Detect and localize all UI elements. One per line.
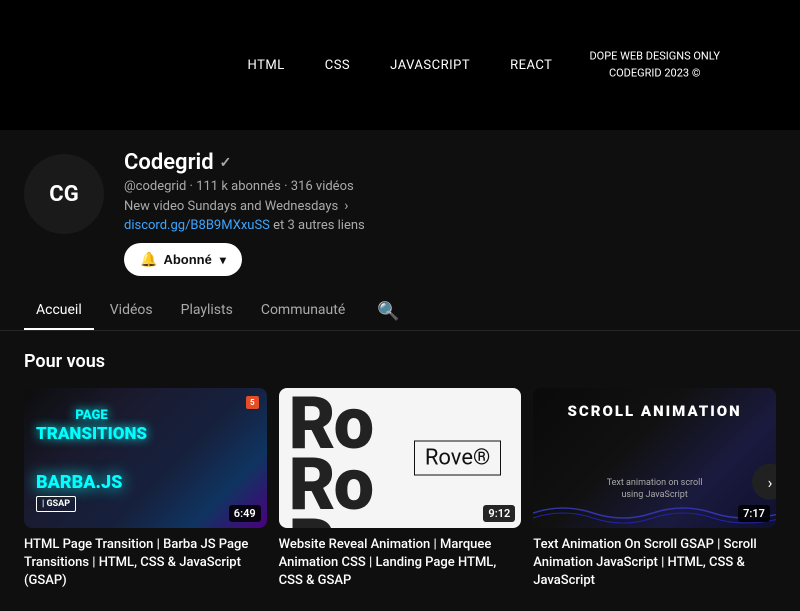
thumbnail-2: RoRoRo Rove® 9:12 <box>279 388 522 528</box>
bell-icon: 🔔 <box>140 251 157 268</box>
video-card-2[interactable]: RoRoRo Rove® 9:12 Website Reveal Animati… <box>279 388 522 591</box>
video-title-3: Text Animation On Scroll GSAP | Scroll A… <box>533 536 776 591</box>
tab-videos[interactable]: Vidéos <box>98 292 165 330</box>
section-title: Pour vous <box>24 351 776 372</box>
banner-nav-javascript[interactable]: JAVASCRIPT <box>390 58 470 73</box>
verified-icon: ✓ <box>220 155 232 171</box>
channel-meta: @codegrid · 111 k abonnés · 316 vidéos <box>124 179 776 194</box>
html5-badge: 5 <box>246 396 259 409</box>
description-arrow-icon: › <box>344 198 348 214</box>
channel-links: discord.gg/B8B9MXxuSS et 3 autres liens <box>124 218 776 233</box>
banner-nav-css[interactable]: CSS <box>325 58 350 73</box>
channel-banner: HTML CSS JAVASCRIPT REACT DOPE WEB DESIG… <box>0 0 800 130</box>
channel-header: CG Codegrid ✓ @codegrid · 111 k abonnés … <box>0 130 800 292</box>
channel-name: Codegrid ✓ <box>124 150 776 175</box>
banner-nav: HTML CSS JAVASCRIPT REACT <box>248 58 553 73</box>
channel-tabs: Accueil Vidéos Playlists Communauté 🔍 <box>0 292 800 331</box>
main-content: Pour vous 5 PAGE TRANSITIONS BARBA.JS | … <box>0 331 800 611</box>
thumbnail-3: SCROLL ANIMATION Text animation on scrol… <box>533 388 776 528</box>
duration-badge-2: 9:12 <box>483 505 515 522</box>
channel-info: Codegrid ✓ @codegrid · 111 k abonnés · 3… <box>124 150 776 276</box>
video-card-1[interactable]: 5 PAGE TRANSITIONS BARBA.JS | GSAP 6:49 … <box>24 388 267 591</box>
scroll-animation-title: SCROLL ANIMATION <box>533 402 776 420</box>
search-icon[interactable]: 🔍 <box>369 293 407 330</box>
tab-accueil[interactable]: Accueil <box>24 292 94 330</box>
tab-communaute[interactable]: Communauté <box>249 292 357 330</box>
banner-nav-html[interactable]: HTML <box>248 58 285 73</box>
banner-tagline: DOPE WEB DESIGNS ONLY CODEGRID 2023 © <box>589 49 720 82</box>
duration-badge-3: 7:17 <box>738 505 770 522</box>
gsap-badge: | GSAP <box>36 496 76 512</box>
channel-description[interactable]: New video Sundays and Wednesdays › <box>124 198 776 214</box>
rove-logo: Rove® <box>414 441 501 476</box>
subscribe-chevron-icon: ▾ <box>220 253 226 267</box>
tab-playlists[interactable]: Playlists <box>169 292 245 330</box>
video-title-1: HTML Page Transition | Barba JS Page Tra… <box>24 536 267 591</box>
duration-badge-1: 6:49 <box>229 505 261 522</box>
rove-bg-text: RoRoRo <box>289 393 372 528</box>
page-transitions-text: PAGE TRANSITIONS <box>36 408 147 444</box>
barba-text: BARBA.JS <box>36 472 122 493</box>
video-title-2: Website Reveal Animation | Marquee Anima… <box>279 536 522 591</box>
video-grid: 5 PAGE TRANSITIONS BARBA.JS | GSAP 6:49 … <box>24 388 776 591</box>
banner-nav-react[interactable]: REACT <box>510 58 552 73</box>
discord-link[interactable]: discord.gg/B8B9MXxuSS <box>124 218 270 233</box>
video-card-3[interactable]: SCROLL ANIMATION Text animation on scrol… <box>533 388 776 591</box>
thumbnail-1: 5 PAGE TRANSITIONS BARBA.JS | GSAP 6:49 <box>24 388 267 528</box>
subscribe-button[interactable]: 🔔 Abonné ▾ <box>124 243 242 276</box>
avatar: CG <box>24 154 104 234</box>
